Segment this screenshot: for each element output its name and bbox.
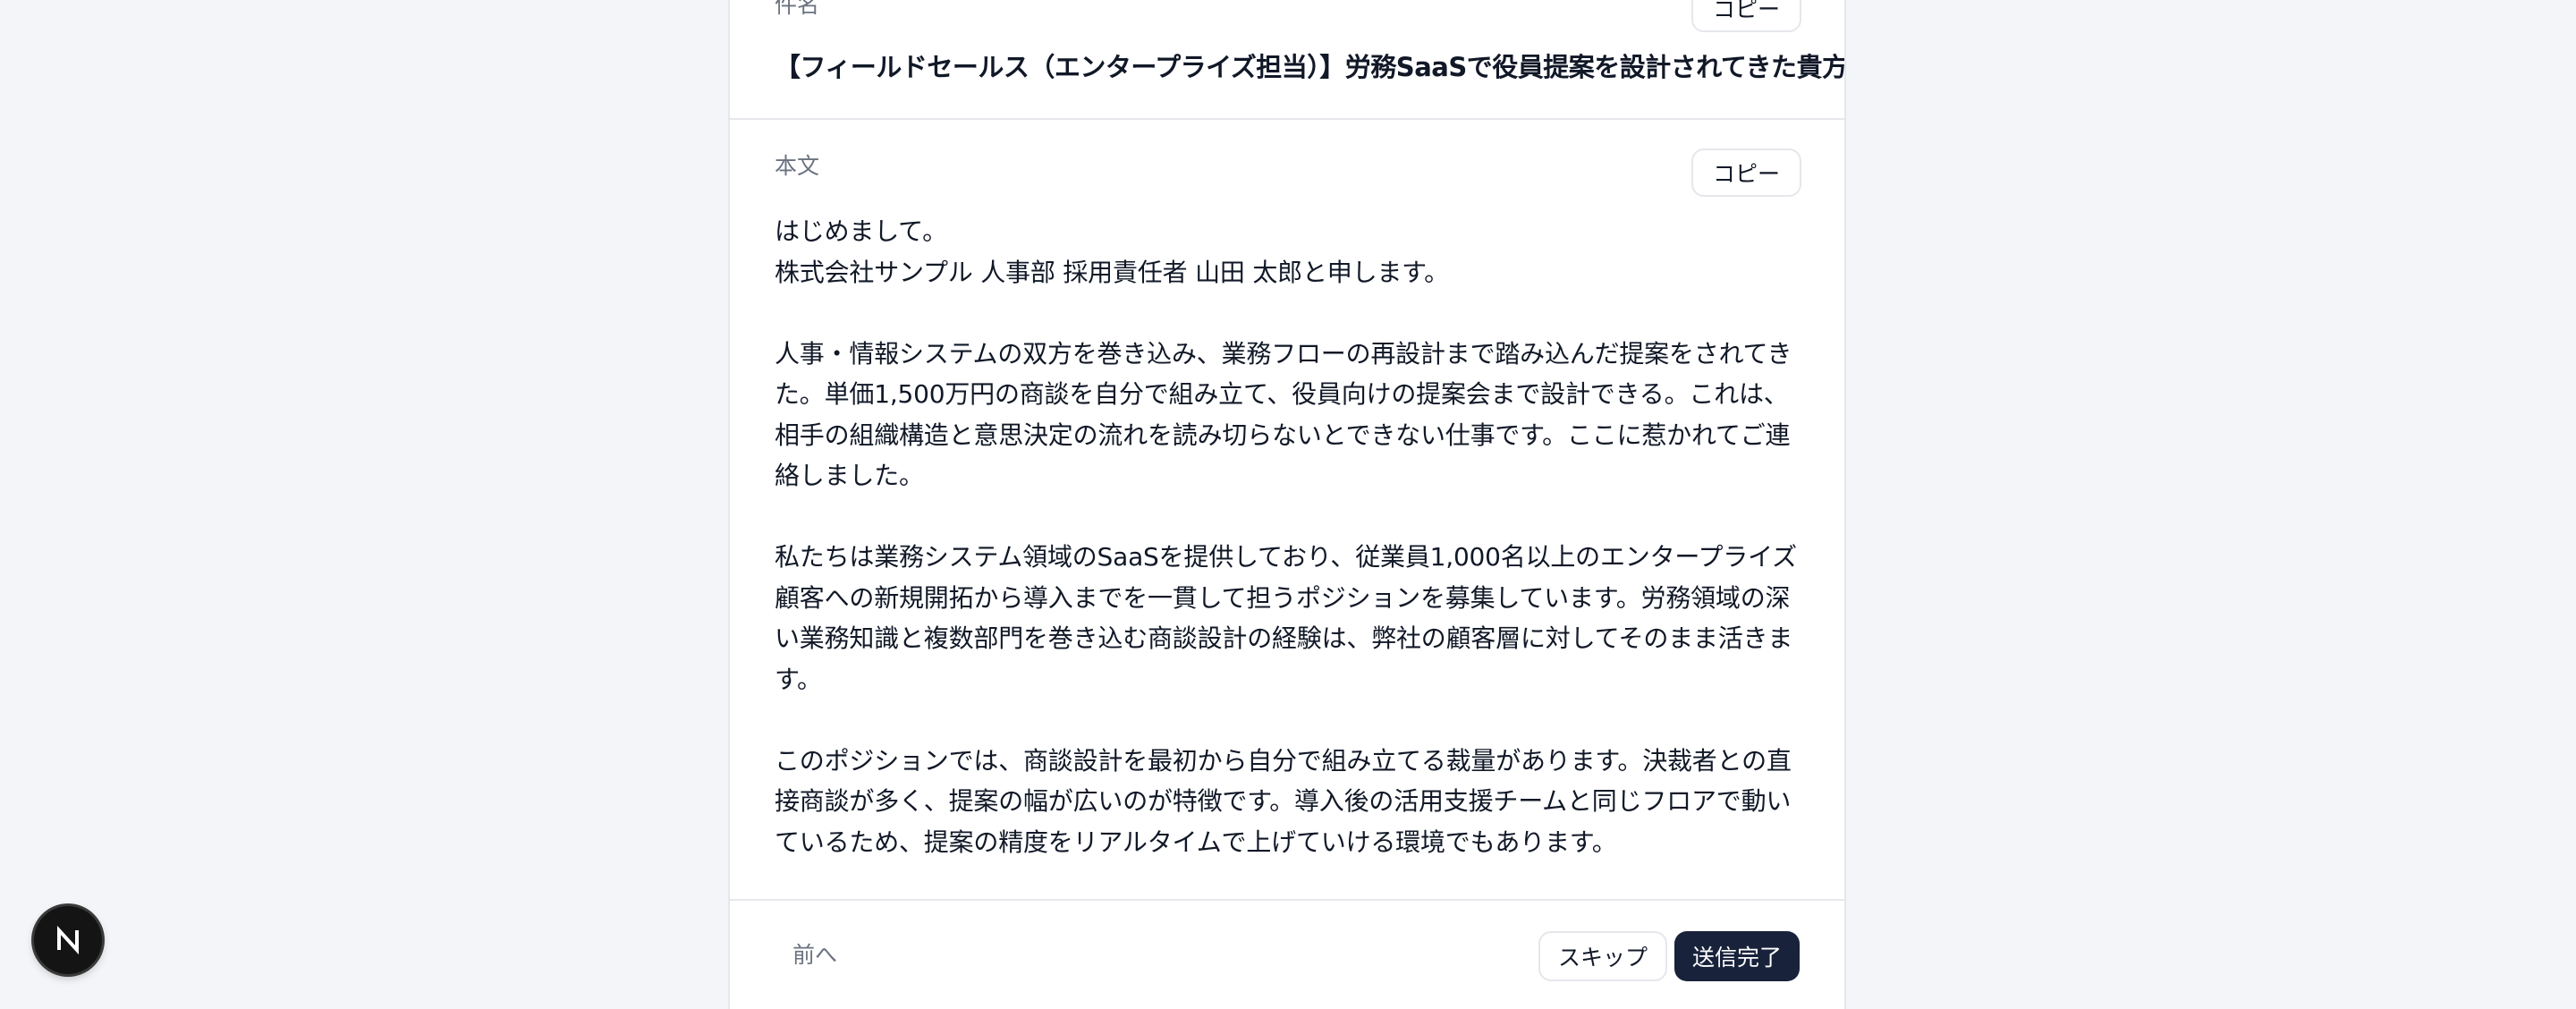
subject-text: 【フィールドセールス（エンタープライズ担当）】労務SaaSで役員提案を設計されて… bbox=[775, 52, 1846, 82]
email-preview-panel: 件名 コピー 【フィールドセールス（エンタープライズ担当）】労務SaaSで役員提… bbox=[728, 0, 1846, 1009]
body-label: 本文 bbox=[775, 153, 820, 179]
copy-body-button[interactable]: コピー bbox=[1690, 148, 1801, 197]
skip-button[interactable]: スキップ bbox=[1538, 931, 1668, 981]
body-text: はじめまして。 株式会社サンプル 人事部 採用責任者 山田 太郎と申します。 人… bbox=[775, 216, 1797, 1009]
dev-tools-badge[interactable] bbox=[34, 906, 102, 974]
subject-label: 件名 bbox=[775, 0, 820, 18]
n-logo-icon bbox=[57, 925, 79, 955]
footer-bar: 前へ スキップ 送信完了 bbox=[730, 899, 1844, 1009]
send-complete-button[interactable]: 送信完了 bbox=[1674, 931, 1801, 981]
prev-button[interactable]: 前へ bbox=[792, 937, 837, 970]
section-divider bbox=[730, 118, 1844, 120]
copy-subject-button[interactable]: コピー bbox=[1690, 0, 1801, 32]
